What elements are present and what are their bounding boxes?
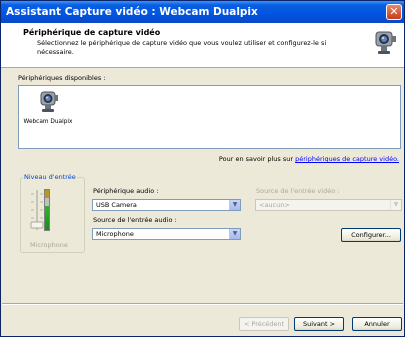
input-level-title: Niveau d'entrée [23, 173, 77, 181]
device-item-label: Webcam Dualpix [23, 119, 73, 125]
webcam-icon [375, 31, 396, 54]
chevron-down-icon[interactable]: ▼ [229, 200, 240, 210]
audio-source-label: Source de l'entrée audio : [93, 216, 177, 224]
devices-label: Périphériques disponibles : [18, 74, 106, 82]
audio-device-select[interactable]: USB Camera ▼ [92, 199, 241, 211]
devices-listbox[interactable]: Webcam Dualpix [18, 85, 401, 149]
more-info-prefix: Pour en savoir plus sur [218, 155, 296, 163]
wizard-header: Périphérique de capture vidéo Sélectionn… [1, 23, 404, 68]
audio-source-select[interactable]: Microphone ▼ [92, 228, 241, 240]
slider-thumb [30, 221, 44, 229]
audio-device-value: USB Camera [96, 201, 137, 209]
chevron-down-icon[interactable]: ▼ [390, 200, 401, 210]
input-level-meter-fill [45, 206, 49, 230]
device-item-webcam-dualpix[interactable]: Webcam Dualpix [23, 90, 73, 128]
video-source-value: <aucun> [259, 201, 290, 209]
header-description: Sélectionnez le périphérique de capture … [37, 39, 327, 56]
input-level-meter [44, 189, 50, 231]
configure-button[interactable]: Configurer... [341, 228, 401, 242]
back-button[interactable]: < Précédent [239, 317, 289, 331]
header-title: Périphérique de capture vidéo [23, 28, 161, 37]
meter-peak [45, 190, 49, 198]
video-source-label: Source de l'entrée vidéo : [256, 187, 340, 195]
next-button[interactable]: Suivant > [294, 317, 344, 331]
title-bar: Assistant Capture vidéo : Webcam Dualpix… [1, 1, 404, 23]
input-level-group: Niveau d'entrée Microphone [20, 173, 85, 253]
input-level-caption: Microphone [30, 241, 68, 249]
footer-divider [2, 303, 403, 305]
cancel-button[interactable]: Annuler [352, 317, 402, 331]
capture-wizard-window: Assistant Capture vidéo : Webcam Dualpix… [0, 0, 405, 337]
chevron-down-icon[interactable]: ▼ [229, 229, 240, 239]
audio-device-label: Périphérique audio : [93, 187, 159, 195]
video-source-select[interactable]: <aucun> ▼ [255, 199, 402, 211]
audio-source-value: Microphone [96, 230, 134, 238]
capture-devices-link[interactable]: périphériques de capture vidéo. [295, 155, 399, 163]
more-info-text: Pour en savoir plus sur périphériques de… [219, 155, 399, 163]
close-icon[interactable]: ✕ [386, 4, 402, 20]
window-title: Assistant Capture vidéo : Webcam Dualpix [6, 6, 258, 18]
webcam-icon [40, 91, 58, 112]
